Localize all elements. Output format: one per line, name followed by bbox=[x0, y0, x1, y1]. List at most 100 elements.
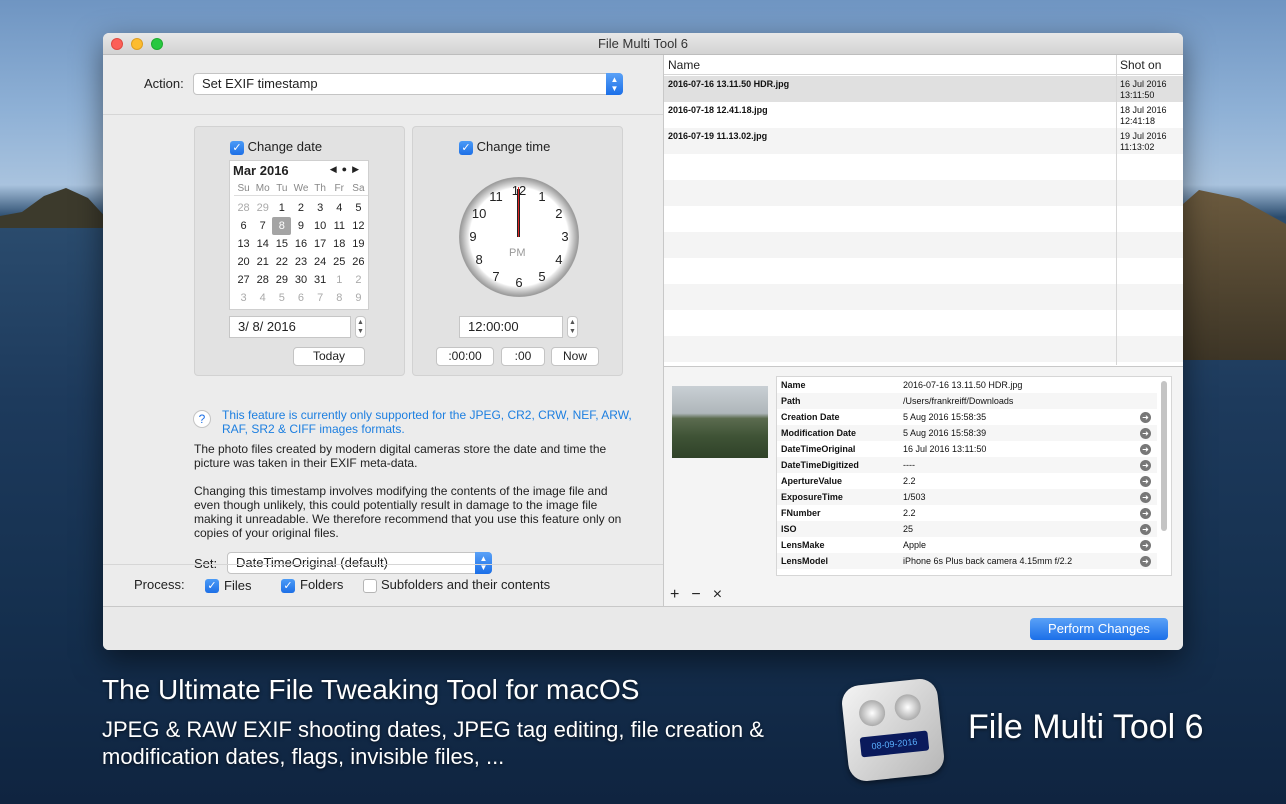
calendar-day[interactable]: 19 bbox=[349, 235, 368, 253]
file-row[interactable]: 2016-07-18 12.41.18.jpg 18 Jul 2016 12:41:… bbox=[664, 102, 1183, 128]
calendar[interactable]: Mar 2016 ◀●▶ Su Mo Tu We Th Fr Sa 28 29 1 2 3 4 5 6 7 8… bbox=[229, 160, 369, 310]
add-icon[interactable]: + bbox=[670, 586, 679, 603]
arrow-right-icon[interactable]: ➜ bbox=[1140, 428, 1151, 439]
calendar-day[interactable]: 8 bbox=[272, 217, 292, 235]
property-row[interactable]: DateTimeDigitized ---- ➜ bbox=[777, 457, 1157, 473]
property-row[interactable]: LensMake Apple ➜ bbox=[777, 537, 1157, 553]
set-zero-minutes-button[interactable]: :00:00 bbox=[436, 347, 494, 366]
calendar-day[interactable]: 4 bbox=[253, 289, 272, 307]
minimize-button[interactable] bbox=[131, 38, 143, 50]
calendar-day[interactable]: 14 bbox=[253, 235, 272, 253]
calendar-day[interactable]: 7 bbox=[311, 289, 330, 307]
calendar-day[interactable]: 29 bbox=[253, 199, 272, 217]
files-checkbox[interactable]: ✓ bbox=[205, 579, 219, 593]
arrow-right-icon[interactable]: ➜ bbox=[1140, 556, 1151, 567]
column-shot-on[interactable]: Shot on bbox=[1120, 58, 1161, 72]
calendar-day[interactable]: 26 bbox=[349, 253, 368, 271]
analog-clock[interactable]: 121234567891011 PM bbox=[459, 177, 579, 297]
calendar-day[interactable]: 27 bbox=[234, 271, 253, 289]
arrow-right-icon[interactable]: ➜ bbox=[1140, 508, 1151, 519]
remove-icon[interactable]: − bbox=[691, 586, 700, 603]
file-row[interactable] bbox=[664, 284, 1183, 310]
time-field[interactable]: 12:00:00 bbox=[459, 316, 563, 338]
calendar-day[interactable]: 17 bbox=[311, 235, 330, 253]
calendar-day[interactable]: 30 bbox=[291, 271, 310, 289]
calendar-day[interactable]: 13 bbox=[234, 235, 253, 253]
file-row[interactable] bbox=[664, 206, 1183, 232]
arrow-right-icon[interactable]: ➜ bbox=[1140, 412, 1151, 423]
file-row[interactable] bbox=[664, 154, 1183, 180]
calendar-day[interactable]: 1 bbox=[272, 199, 291, 217]
column-name[interactable]: Name bbox=[668, 58, 700, 72]
file-row[interactable]: 2016-07-16 13.11.50 HDR.jpg 16 Jul 2016 13… bbox=[664, 76, 1183, 102]
today-dot-icon[interactable]: ● bbox=[342, 164, 352, 174]
zoom-button[interactable] bbox=[151, 38, 163, 50]
file-row[interactable] bbox=[664, 232, 1183, 258]
set-zero-seconds-button[interactable]: :00 bbox=[501, 347, 545, 366]
calendar-day[interactable]: 16 bbox=[291, 235, 310, 253]
date-field[interactable]: 3/ 8/ 2016 bbox=[229, 316, 351, 338]
calendar-day[interactable]: 20 bbox=[234, 253, 253, 271]
file-row[interactable] bbox=[664, 180, 1183, 206]
calendar-day[interactable]: 9 bbox=[349, 289, 368, 307]
calendar-day[interactable]: 3 bbox=[234, 289, 253, 307]
calendar-day[interactable]: 9 bbox=[291, 217, 310, 235]
change-date-checkbox[interactable]: ✓ bbox=[230, 140, 244, 155]
calendar-day[interactable]: 5 bbox=[349, 199, 368, 217]
properties-scrollbar[interactable] bbox=[1161, 381, 1167, 531]
calendar-day[interactable]: 3 bbox=[311, 199, 330, 217]
calendar-day[interactable]: 7 bbox=[253, 217, 272, 235]
arrow-right-icon[interactable]: ➜ bbox=[1140, 460, 1151, 471]
help-icon[interactable]: ? bbox=[193, 410, 211, 428]
next-month-icon[interactable]: ▶ bbox=[352, 164, 364, 174]
calendar-day[interactable]: 28 bbox=[253, 271, 272, 289]
property-row[interactable]: Creation Date 5 Aug 2016 15:58:35 ➜ bbox=[777, 409, 1157, 425]
calendar-day[interactable]: 23 bbox=[291, 253, 310, 271]
property-row[interactable]: ApertureValue 2.2 ➜ bbox=[777, 473, 1157, 489]
today-button[interactable]: Today bbox=[293, 347, 365, 366]
calendar-day[interactable]: 5 bbox=[272, 289, 291, 307]
calendar-day[interactable]: 6 bbox=[291, 289, 310, 307]
arrow-right-icon[interactable]: ➜ bbox=[1140, 476, 1151, 487]
close-button[interactable] bbox=[111, 38, 123, 50]
property-row[interactable]: ISO 25 ➜ bbox=[777, 521, 1157, 537]
property-row[interactable]: Path/Users/frankreiff/Downloads bbox=[777, 393, 1157, 409]
calendar-day[interactable]: 6 bbox=[234, 217, 253, 235]
calendar-day[interactable]: 1 bbox=[330, 271, 349, 289]
properties-table[interactable]: Name 2016-07-16 13.11.50 HDR.jpg Path/User… bbox=[776, 376, 1172, 576]
date-stepper[interactable]: ▲ ▼ bbox=[355, 316, 366, 338]
property-row[interactable]: ExposureTime 1/503 ➜ bbox=[777, 489, 1157, 505]
property-row[interactable]: Name 2016-07-16 13.11.50 HDR.jpg bbox=[777, 377, 1157, 393]
folders-checkbox[interactable]: ✓ bbox=[281, 579, 295, 593]
calendar-day[interactable]: 28 bbox=[234, 199, 253, 217]
time-stepper[interactable]: ▲ ▼ bbox=[567, 316, 578, 338]
calendar-day[interactable]: 10 bbox=[311, 217, 330, 235]
subfolders-checkbox[interactable] bbox=[363, 579, 377, 593]
calendar-day[interactable]: 18 bbox=[330, 235, 349, 253]
file-row[interactable] bbox=[664, 336, 1183, 362]
calendar-day[interactable]: 2 bbox=[291, 199, 310, 217]
action-popup[interactable]: Set EXIF timestamp ▲ ▼ bbox=[193, 73, 623, 95]
arrow-right-icon[interactable]: ➜ bbox=[1140, 492, 1151, 503]
calendar-day[interactable]: 24 bbox=[311, 253, 330, 271]
now-button[interactable]: Now bbox=[551, 347, 599, 366]
arrow-right-icon[interactable]: ➜ bbox=[1140, 444, 1151, 455]
property-row[interactable]: DateTimeOriginal 16 Jul 2016 13:11:50 ➜ bbox=[777, 441, 1157, 457]
file-row[interactable] bbox=[664, 310, 1183, 336]
calendar-day[interactable]: 2 bbox=[349, 271, 368, 289]
clear-icon[interactable]: × bbox=[713, 586, 722, 603]
calendar-day[interactable]: 11 bbox=[330, 217, 349, 235]
arrow-right-icon[interactable]: ➜ bbox=[1140, 524, 1151, 535]
calendar-day[interactable]: 12 bbox=[349, 217, 368, 235]
calendar-day[interactable]: 25 bbox=[330, 253, 349, 271]
arrow-right-icon[interactable]: ➜ bbox=[1140, 540, 1151, 551]
property-row[interactable]: LensModel iPhone 6s Plus back camera 4.15… bbox=[777, 553, 1157, 569]
calendar-day[interactable]: 22 bbox=[272, 253, 291, 271]
property-row[interactable]: Modification Date 5 Aug 2016 15:58:39 ➜ bbox=[777, 425, 1157, 441]
calendar-day[interactable]: 21 bbox=[253, 253, 272, 271]
calendar-day[interactable]: 4 bbox=[330, 199, 349, 217]
calendar-day[interactable]: 8 bbox=[330, 289, 349, 307]
file-row[interactable] bbox=[664, 258, 1183, 284]
prev-month-icon[interactable]: ◀ bbox=[330, 164, 342, 174]
calendar-day[interactable]: 31 bbox=[311, 271, 330, 289]
